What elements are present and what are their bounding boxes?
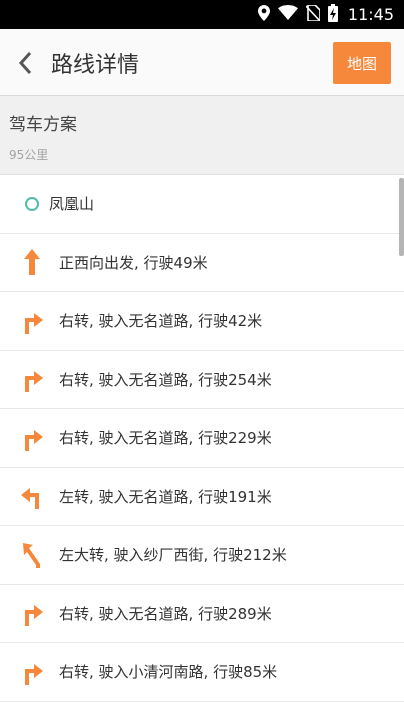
step-text: 右转, 驶入无名道路, 行驶229米: [59, 429, 272, 448]
step-row[interactable]: 右转, 驶入小清河南路, 行驶85米: [0, 643, 404, 702]
step-text: 右转, 驶入无名道路, 行驶254米: [59, 370, 272, 389]
turn-right-icon: [18, 307, 46, 335]
step-text: 右转, 驶入小清河南路, 行驶85米: [59, 663, 278, 682]
step-text: 凤凰山: [49, 195, 95, 214]
step-row-origin[interactable]: 凤凰山: [0, 175, 404, 234]
step-text: 右转, 驶入无名道路, 行驶289米: [59, 604, 272, 623]
route-plan-title: 驾车方案: [9, 115, 77, 135]
turn-right-icon: [18, 658, 46, 686]
step-row[interactable]: 右转, 驶入无名道路, 行驶229米: [0, 409, 404, 468]
turn-right-icon: [18, 424, 46, 452]
map-button[interactable]: 地图: [333, 42, 391, 84]
page-title: 路线详情: [51, 53, 140, 78]
scrollbar[interactable]: [399, 178, 404, 256]
step-row[interactable]: 正西向出发, 行驶49米: [0, 234, 404, 292]
step-row[interactable]: 右转, 驶入无名道路, 行驶42米: [0, 292, 404, 351]
status-icons: 11:45: [257, 0, 394, 29]
turn-left-icon: [18, 482, 46, 510]
status-bar: 11:45: [0, 0, 404, 29]
turn-right-icon: [18, 599, 46, 627]
step-row[interactable]: 右转, 驶入无名道路, 行驶254米: [0, 351, 404, 409]
step-text: 左大转, 驶入纱厂西街, 行驶212米: [59, 546, 287, 565]
step-text: 右转, 驶入无名道路, 行驶42米: [59, 312, 263, 331]
app-bar: 路线详情 地图: [0, 29, 404, 96]
back-button[interactable]: [14, 49, 38, 77]
chevron-left-icon: [18, 51, 32, 75]
sharp-left-icon: [18, 541, 46, 569]
no-sim-icon: [305, 3, 321, 25]
step-row[interactable]: 左大转, 驶入纱厂西街, 行驶212米: [0, 526, 404, 585]
route-summary: 驾车方案 95公里: [0, 96, 404, 175]
origin-circle-icon: [18, 190, 46, 218]
wifi-icon: [277, 5, 298, 24]
step-row[interactable]: 右转, 驶入无名道路, 行驶289米: [0, 585, 404, 643]
battery-charging-icon: [327, 3, 338, 26]
step-text: 左转, 驶入无名道路, 行驶191米: [59, 487, 272, 506]
location-icon: [257, 4, 270, 25]
status-time: 11:45: [347, 5, 394, 24]
step-text: 正西向出发, 行驶49米: [59, 253, 208, 272]
turn-right-icon: [18, 365, 46, 393]
step-row[interactable]: 左转, 驶入无名道路, 行驶191米: [0, 468, 404, 526]
route-distance: 95公里: [9, 148, 49, 162]
route-steps-list[interactable]: 凤凰山 正西向出发, 行驶49米 右转, 驶入无名道路, 行驶42米 右转, 驶…: [0, 175, 404, 720]
straight-arrow-icon: [18, 248, 46, 276]
